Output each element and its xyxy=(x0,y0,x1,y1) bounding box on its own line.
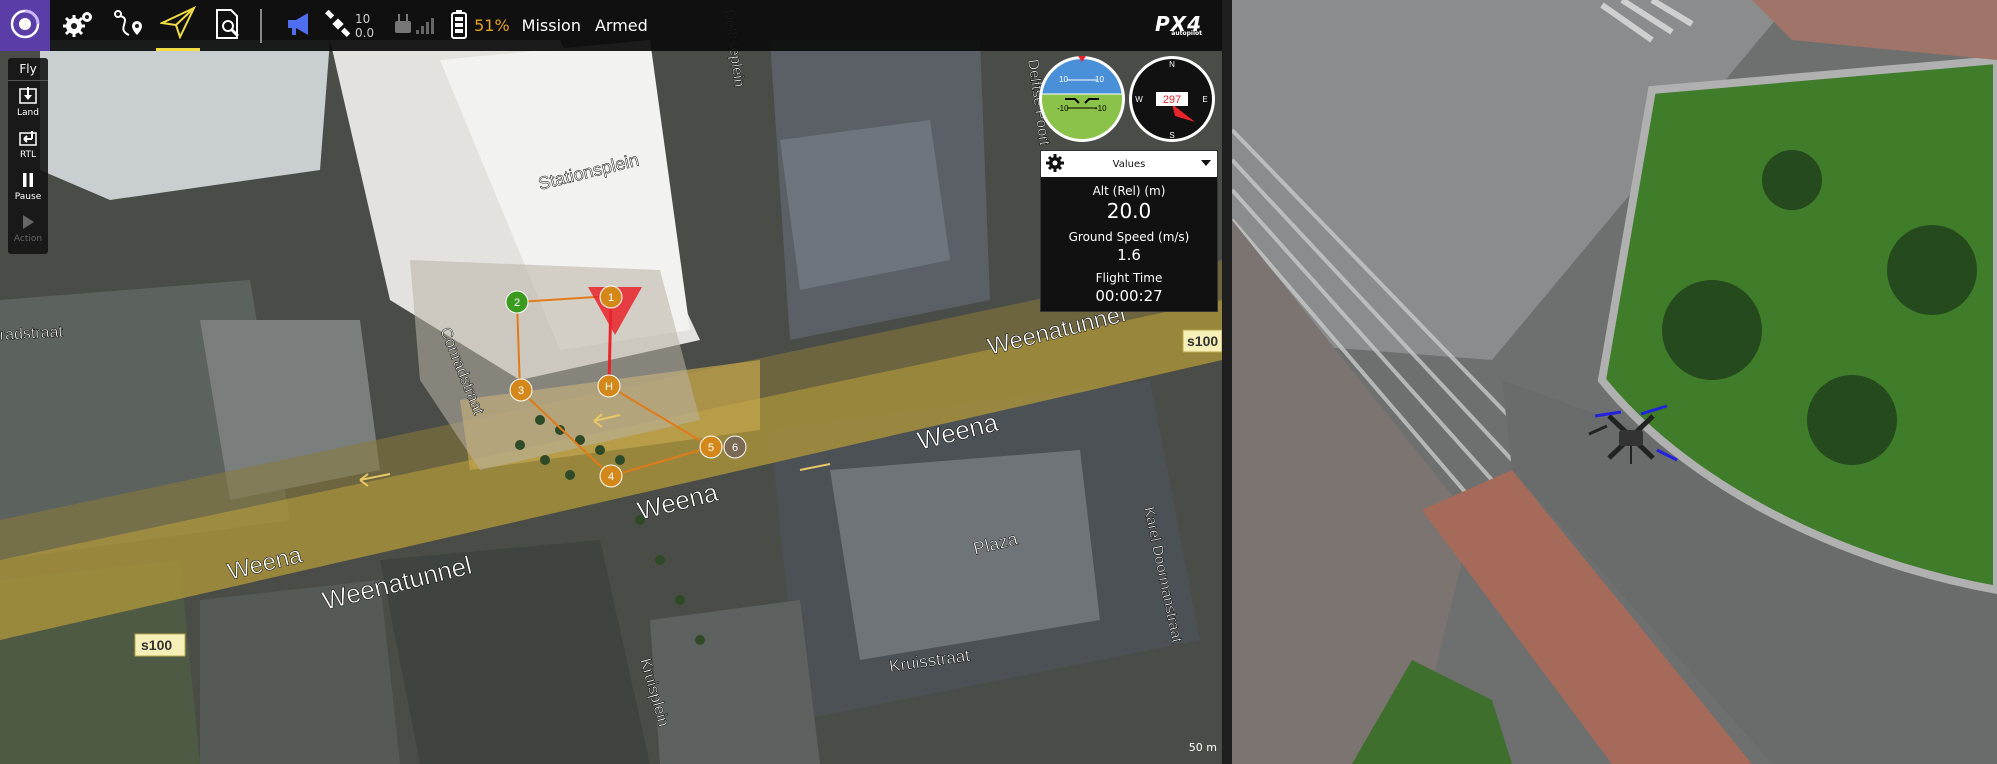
satellite-count: 10 xyxy=(355,11,371,26)
attitude-indicator: -10 -10 10 10 xyxy=(1039,56,1125,142)
values-panel: Values Alt (Rel) (m) 20.0 Ground Speed (… xyxy=(1040,150,1218,312)
svg-text:4: 4 xyxy=(608,471,614,483)
waypoint-marker[interactable]: 3 xyxy=(509,378,533,402)
gear-icon[interactable] xyxy=(1045,153,1065,176)
hdop-value: 0.0 xyxy=(355,25,375,40)
qgc-logo-button[interactable] xyxy=(0,0,50,51)
svg-text:E: E xyxy=(1202,95,1207,104)
compass-heading: 297 xyxy=(1163,94,1181,106)
svg-text:W: W xyxy=(1135,95,1143,104)
pause-label: Pause xyxy=(14,192,42,202)
toolbar-divider xyxy=(260,8,262,43)
ground-speed-value: 1.6 xyxy=(1117,246,1141,264)
svg-text:N: N xyxy=(1169,60,1175,69)
pause-icon xyxy=(18,173,38,192)
rtl-button[interactable]: RTL xyxy=(8,123,48,165)
pane-divider[interactable] xyxy=(1222,0,1232,764)
battery-indicator[interactable]: 51% xyxy=(450,9,510,43)
paper-plane-icon xyxy=(158,5,197,43)
flight-time-label: Flight Time xyxy=(1095,271,1163,285)
altitude-label: Alt (Rel) (m) xyxy=(1092,184,1166,198)
play-icon xyxy=(18,215,38,234)
svg-text:H: H xyxy=(605,381,613,393)
video-feed[interactable] xyxy=(1232,0,1997,764)
flight-mode-selector[interactable]: Mission xyxy=(522,16,581,35)
arm-status[interactable]: Armed xyxy=(595,16,648,35)
svg-text:2: 2 xyxy=(514,297,520,309)
gps-indicator[interactable]: 10 0.0 xyxy=(324,9,375,42)
px4-brand-logo: PX4 autopilot xyxy=(1155,12,1202,37)
messages-indicator[interactable] xyxy=(284,9,314,43)
values-panel-header[interactable]: Values xyxy=(1041,151,1217,177)
home-marker[interactable]: H xyxy=(597,374,621,398)
settings-button[interactable] xyxy=(56,0,100,51)
compass-indicator: N E S W 297 xyxy=(1129,56,1215,142)
drone-icon xyxy=(1588,404,1678,464)
rc-transmitter-icon xyxy=(392,11,436,41)
flight-time-value: 00:00:27 xyxy=(1095,287,1163,305)
camera-scene xyxy=(1232,0,1997,764)
analyze-button[interactable] xyxy=(206,0,250,51)
fly-view-button[interactable] xyxy=(156,0,200,51)
map-scale: 50 m xyxy=(1188,741,1217,754)
waypoint-marker[interactable]: 4 xyxy=(599,464,623,488)
waypoint-marker[interactable]: 1 xyxy=(599,285,623,309)
fly-tools-title: Fly xyxy=(8,58,48,81)
document-search-icon xyxy=(211,7,245,45)
instrument-panel[interactable]: -10 -10 10 10 N E S W 297 xyxy=(1037,54,1217,144)
values-panel-title: Values xyxy=(1112,158,1146,170)
route-plan-icon xyxy=(111,7,145,45)
rc-rssi-indicator[interactable] xyxy=(392,11,436,41)
pause-button[interactable]: Pause xyxy=(8,165,48,207)
gear-icon xyxy=(61,7,95,45)
altitude-value: 20.0 xyxy=(1106,199,1152,223)
land-icon xyxy=(18,87,38,108)
top-toolbar: 10 0.0 51% Mission Armed PX4 autopilot xyxy=(0,0,1222,51)
logo-icon xyxy=(9,8,41,44)
action-button[interactable]: Action xyxy=(8,207,48,249)
svg-text:10: 10 xyxy=(1059,75,1068,84)
action-label: Action xyxy=(13,234,43,244)
battery-percent: 51% xyxy=(474,16,510,35)
waypoint-marker[interactable]: 6 xyxy=(723,435,747,459)
rtl-icon xyxy=(18,131,38,150)
ground-speed-label: Ground Speed (m/s) xyxy=(1068,230,1190,244)
map-view[interactable]: Stationsplein Conradstraat Delftseplein … xyxy=(0,0,1222,764)
svg-text:5: 5 xyxy=(708,442,714,454)
plan-view-button[interactable] xyxy=(106,0,150,51)
waypoint-marker[interactable]: 2 xyxy=(505,290,529,314)
svg-text:6: 6 xyxy=(732,442,738,454)
satellite-icon xyxy=(324,9,352,42)
battery-icon xyxy=(450,9,468,43)
svg-text:1: 1 xyxy=(608,292,614,304)
rtl-label: RTL xyxy=(19,150,37,160)
svg-text:3: 3 xyxy=(518,385,524,397)
svg-text:S: S xyxy=(1169,131,1174,140)
waypoint-marker[interactable]: 5 xyxy=(699,435,723,459)
chevron-down-icon[interactable] xyxy=(1201,160,1211,166)
megaphone-icon xyxy=(284,9,314,43)
land-label: Land xyxy=(17,108,39,118)
svg-text:-10: -10 xyxy=(1057,104,1069,113)
fly-tools-panel: Fly Land RTL Pause Action xyxy=(8,58,48,254)
land-button[interactable]: Land xyxy=(8,81,48,123)
svg-text:10: 10 xyxy=(1095,75,1104,84)
svg-text:-10: -10 xyxy=(1095,104,1107,113)
